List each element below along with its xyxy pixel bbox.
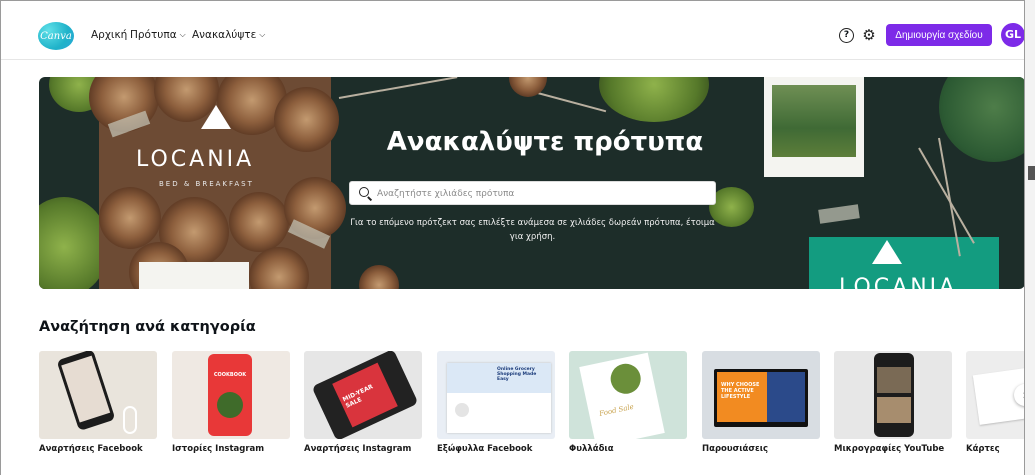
help-icon[interactable]: ? xyxy=(839,28,854,43)
pinecone-decoration xyxy=(359,265,399,289)
nav-templates-label: Πρότυπα xyxy=(130,29,177,41)
tablet-screen: MID-YEAR SALE xyxy=(332,362,398,428)
video-thumb xyxy=(877,397,911,423)
hero-subtitle: Για το επόμενο πρότζεκτ σας επιλέξτε ανά… xyxy=(350,218,715,242)
profile-placeholder xyxy=(455,403,469,417)
phone-mockup xyxy=(56,351,116,432)
browser-viewport: Canva Αρχική Πρότυπα ⌵ Ανακαλύψτε ⌵ ? ⚙ Δη… xyxy=(0,0,1025,475)
nav-discover[interactable]: Ανακαλύψτε ⌵ xyxy=(192,29,265,41)
video-thumb xyxy=(877,367,911,393)
branch-decoration xyxy=(338,77,458,99)
category-label: Παρουσιάσεις xyxy=(702,444,769,454)
search-input[interactable] xyxy=(375,185,709,203)
nav-discover-label: Ανακαλύψτε xyxy=(192,29,257,41)
canva-logo[interactable]: Canva xyxy=(38,22,74,50)
search-icon xyxy=(359,187,369,197)
laptop-mockup: WHY CHOOSE THE ACTIVE LIFESTYLE xyxy=(714,369,808,427)
top-navigation-bar: Canva Αρχική Πρότυπα ⌵ Ανακαλύψτε ⌵ ? ⚙ Δη… xyxy=(1,1,1024,60)
forest-photo xyxy=(772,85,856,157)
tape-decoration xyxy=(818,204,860,224)
earphones-decoration xyxy=(123,406,137,434)
tablet-mockup: MID-YEAR SALE xyxy=(311,351,419,439)
thumb-text: MID-YEAR SALE xyxy=(341,383,375,410)
nav-home[interactable]: Αρχική xyxy=(91,29,127,41)
category-thumbnail: Food Sale xyxy=(569,351,687,439)
category-flyers[interactable]: Food Sale Φυλλάδια xyxy=(569,351,687,454)
log xyxy=(229,192,289,252)
category-label: Ιστορίες Instagram xyxy=(172,444,265,454)
nav-templates[interactable]: Πρότυπα ⌵ xyxy=(130,29,186,41)
category-section-title: Αναζήτηση ανά κατηγορία xyxy=(39,319,256,335)
category-thumbnail: COOKBOOK xyxy=(172,351,290,439)
moss-decoration xyxy=(599,77,709,122)
locania-brand-right: LOCANIA xyxy=(839,275,958,289)
thumb-text: Food Sale xyxy=(598,402,635,418)
branch-decoration xyxy=(918,147,975,244)
category-thumbnail xyxy=(39,351,157,439)
scrollbar-area[interactable] xyxy=(1025,0,1035,475)
cover-mockup: Online Grocery Shopping Made Easy xyxy=(447,363,551,433)
category-presentations[interactable]: WHY CHOOSE THE ACTIVE LIFESTYLE Παρουσιά… xyxy=(702,351,820,454)
phone-mockup xyxy=(874,353,914,437)
triangle-logo-icon xyxy=(201,105,231,129)
flyer-mockup: Food Sale xyxy=(579,352,665,439)
laptop-screen: WHY CHOOSE THE ACTIVE LIFESTYLE xyxy=(717,372,805,422)
slide-photo xyxy=(767,372,805,422)
phone-mockup: COOKBOOK xyxy=(208,354,252,436)
triangle-logo-icon xyxy=(872,240,902,264)
category-facebook-posts[interactable]: Αναρτήσεις Facebook xyxy=(39,351,157,454)
polaroid-card xyxy=(764,77,864,177)
avatar[interactable]: GL xyxy=(1001,23,1024,47)
chevron-down-icon: ⌵ xyxy=(179,30,186,39)
category-label: Κάρτες xyxy=(966,444,1000,454)
thumb-text: WHY CHOOSE THE ACTIVE LIFESTYLE xyxy=(721,382,760,400)
photo-card xyxy=(139,262,249,289)
chevron-down-icon: ⌵ xyxy=(259,30,266,39)
thumb-text: Online Grocery Shopping Made Easy xyxy=(497,367,537,382)
hero-banner: LOCANIA BED & BREAKFAST LOCANIA Ανακαλύψ… xyxy=(39,77,1024,289)
create-design-button[interactable]: Δημιουργία σχεδίου xyxy=(886,24,992,46)
template-search-box[interactable] xyxy=(349,181,716,205)
category-youtube-thumbnails[interactable]: Μικρογραφίες YouTube xyxy=(834,351,952,454)
category-thumbnail: WHY CHOOSE THE ACTIVE LIFESTYLE xyxy=(702,351,820,439)
category-facebook-covers[interactable]: Online Grocery Shopping Made Easy Εξώφυλ… xyxy=(437,351,555,454)
locania-brand-sub: BED & BREAKFAST xyxy=(159,180,254,188)
category-label: Εξώφυλλα Facebook xyxy=(437,444,533,454)
log xyxy=(274,87,339,152)
category-thumbnail: Online Grocery Shopping Made Easy xyxy=(437,351,555,439)
hero-title: Ανακαλύψτε πρότυπα xyxy=(386,127,704,157)
food-image xyxy=(217,392,243,418)
category-label: Μικρογραφίες YouTube xyxy=(834,444,945,454)
food-image xyxy=(607,360,644,397)
category-thumbnail: MID-YEAR SALE xyxy=(304,351,422,439)
category-label: Αναρτήσεις Instagram xyxy=(304,444,412,454)
category-thumbnail xyxy=(834,351,952,439)
nav-home-label: Αρχική xyxy=(91,29,128,41)
locania-brand-left: LOCANIA xyxy=(136,147,255,172)
log xyxy=(99,187,161,249)
gear-icon[interactable]: ⚙ xyxy=(861,27,877,43)
category-label: Αναρτήσεις Facebook xyxy=(39,444,143,454)
category-instagram-posts[interactable]: MID-YEAR SALE Αναρτήσεις Instagram xyxy=(304,351,422,454)
fern-decoration xyxy=(939,77,1024,162)
category-label: Φυλλάδια xyxy=(569,444,614,454)
category-instagram-stories[interactable]: COOKBOOK Ιστορίες Instagram xyxy=(172,351,290,454)
log xyxy=(249,247,309,289)
phone-screen xyxy=(61,355,111,423)
side-panel-tab[interactable] xyxy=(1028,166,1035,180)
logo-text: Canva xyxy=(40,30,72,42)
thumb-text: COOKBOOK xyxy=(213,372,247,378)
